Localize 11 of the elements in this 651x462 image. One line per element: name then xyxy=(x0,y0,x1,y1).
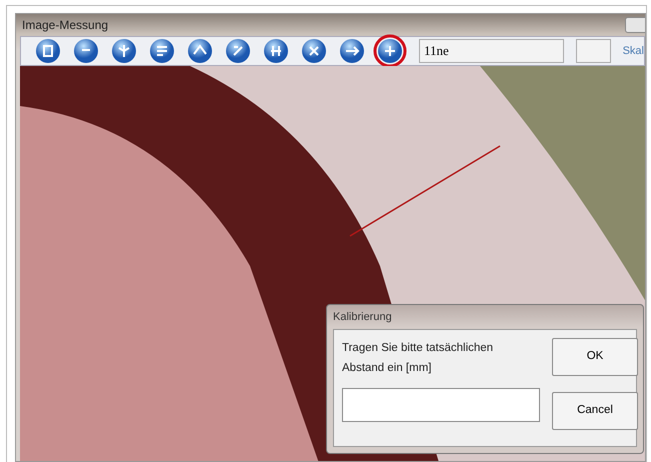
toolbar-button[interactable] xyxy=(373,34,407,68)
window-title: Image-Messung xyxy=(22,17,108,34)
ok-button[interactable]: OK xyxy=(552,338,638,376)
line-field[interactable]: 11ne xyxy=(419,39,564,63)
dialog-prompt: Tragen Sie bitte tatsächlichen Abstand ein [mm] xyxy=(342,341,494,376)
dialog-title: Kalibrierung xyxy=(333,310,393,325)
minimize-button[interactable] xyxy=(625,17,645,33)
cancel-button[interactable]: Cancel xyxy=(552,392,638,430)
empty-field[interactable] xyxy=(576,39,611,63)
distance-input[interactable] xyxy=(342,388,540,422)
scale-label: Skal xyxy=(622,44,644,59)
